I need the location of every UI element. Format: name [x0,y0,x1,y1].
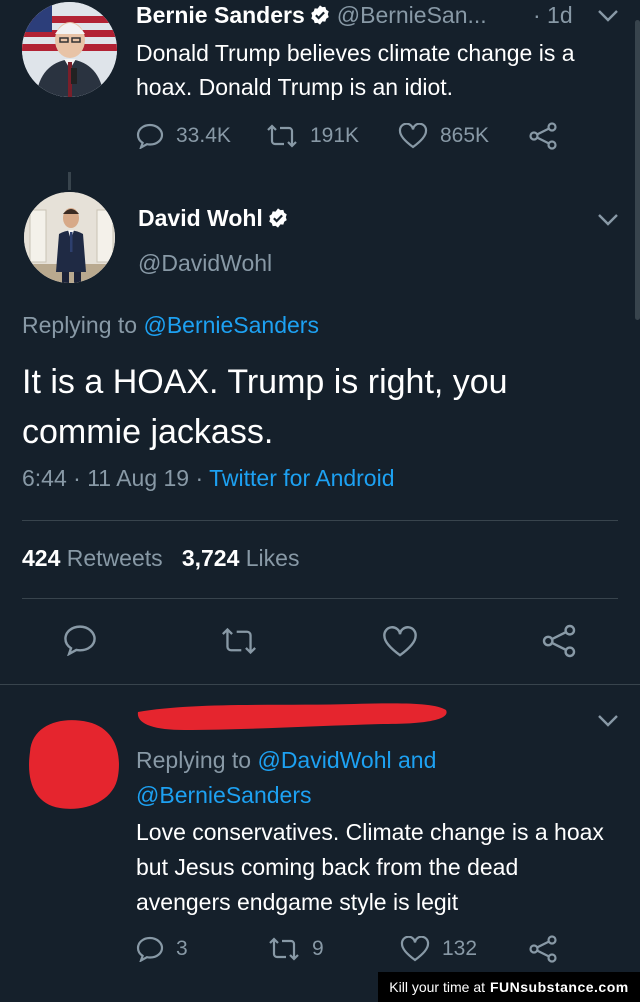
reply-icon [136,123,164,149]
reply-count: 33.4K [176,124,231,147]
chevron-down-icon[interactable] [596,212,620,233]
mention-link[interactable]: @BernieSanders [143,312,319,338]
like-count: 132 [442,937,478,960]
tweet-actions [0,620,640,660]
parent-tweet[interactable]: Bernie Sanders @BernieSan... · 1d Donald … [0,0,640,175]
tweet-timestamp[interactable]: 6:44 · 11 Aug 19 · [22,465,203,491]
tweet-time[interactable]: · 1d [533,2,573,29]
share-icon [529,935,557,963]
author-name-text: David Wohl [138,205,263,231]
tweet-source[interactable]: Twitter for Android [209,465,394,491]
tweet-stats: 424 Retweets 3,724 Likes [22,545,299,572]
reply-count: 3 [176,937,188,960]
replying-prefix: Replying to [136,747,252,773]
likes-label: Likes [245,545,300,571]
author-handle[interactable]: @DavidWohl [138,250,272,277]
avatar-photo [24,192,115,283]
tweet-text: It is a HOAX. Trump is right, you commie… [22,363,508,451]
avatar-redacted[interactable] [22,712,124,814]
heart-icon [400,936,430,962]
retweet-count: 9 [312,937,324,960]
author-name[interactable]: Bernie Sanders [136,2,305,28]
chevron-down-icon[interactable] [596,713,620,734]
like-count: 865K [440,124,490,147]
tweet-actions: 33.4K 191K 865K [136,122,596,150]
avatar-wohl[interactable] [22,190,117,285]
reply-icon [136,936,164,962]
share-button[interactable] [541,624,577,663]
like-button[interactable]: 865K [398,122,489,150]
like-button[interactable]: 132 [400,935,477,963]
likes-stat[interactable]: 3,724 Likes [182,545,300,571]
retweet-button[interactable]: 9 [268,935,324,963]
share-button[interactable] [528,122,570,150]
retweet-button[interactable] [220,626,258,661]
tweet-header: Bernie Sanders @BernieSan... [136,2,487,32]
retweet-icon [267,124,297,148]
watermark-prefix: Kill your time at [389,979,485,995]
mention-conjunction[interactable]: and [398,747,436,773]
replying-prefix: Replying to [22,312,138,338]
heart-icon [398,123,428,149]
replying-to: Replying to @BernieSanders [22,312,319,339]
divider [22,598,618,599]
tweet-text: Donald Trump believes climate change is … [136,40,575,100]
like-total: 3,724 [181,545,240,571]
author-name-redacted [134,700,449,734]
replying-to: Replying to @DavidWohl and @BernieSander… [136,743,616,813]
avatar-bernie[interactable] [22,2,117,97]
redaction-scribble [29,720,119,809]
share-icon [529,122,557,150]
retweet-icon [269,937,299,961]
avatar-photo [22,2,117,97]
share-icon [542,624,576,658]
retweet-button[interactable]: 191K [266,122,359,150]
divider [22,520,618,521]
redaction-scribble [137,703,447,730]
reply-icon [64,625,96,657]
reply-button[interactable]: 33.4K [136,122,231,150]
retweet-icon [222,627,256,655]
share-button[interactable] [528,935,570,963]
like-button[interactable] [382,626,418,663]
author-handle[interactable]: @BernieSan... [337,2,487,28]
chevron-down-icon[interactable] [596,8,620,29]
watermark-brand: FUNsubstance.com [490,979,629,995]
retweets-label: Retweets [66,545,163,571]
retweets-stat[interactable]: 424 Retweets [22,545,163,571]
divider [0,684,640,685]
tweet-meta: 6:44 · 11 Aug 19 · Twitter for Android [22,465,395,492]
heart-icon [383,626,417,657]
verified-icon [309,4,331,32]
mention-link[interactable]: @BernieSanders [136,782,312,808]
author-name[interactable]: David Wohl [138,205,295,235]
watermark-banner: Kill your time at FUNsubstance.com [378,972,640,1002]
retweet-total: 424 [22,545,61,571]
tweet-actions: 3 9 132 [136,935,576,963]
thread-connector [68,172,71,190]
verified-icon [267,207,289,235]
retweet-count: 191K [310,124,360,147]
mention-link[interactable]: @DavidWohl [257,747,391,773]
reply-button[interactable] [63,624,97,661]
scrollbar[interactable] [635,20,640,320]
tweet-text: Love conservatives. Climate change is a … [136,819,604,915]
reply-button[interactable]: 3 [136,935,188,963]
